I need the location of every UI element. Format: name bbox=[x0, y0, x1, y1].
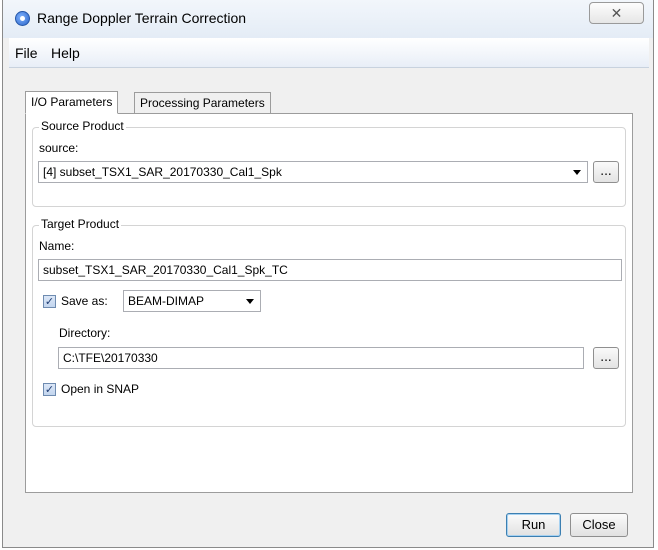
checkmark-icon: ✓ bbox=[44, 295, 55, 308]
target-product-title: Target Product bbox=[39, 217, 122, 231]
tab-processing-parameters[interactable]: Processing Parameters bbox=[134, 92, 271, 114]
snap-app-icon bbox=[15, 11, 30, 26]
source-product-value: [4] subset_TSX1_SAR_20170330_Cal1_Spk bbox=[43, 165, 282, 179]
source-product-select[interactable]: [4] subset_TSX1_SAR_20170330_Cal1_Spk bbox=[38, 161, 588, 183]
open-in-snap-label: Open in SNAP bbox=[61, 382, 140, 396]
directory-browse-button[interactable]: ... bbox=[593, 347, 619, 369]
save-format-value: BEAM-DIMAP bbox=[128, 294, 205, 308]
io-parameters-panel: Source Product source: [4] subset_TSX1_S… bbox=[25, 113, 633, 493]
dialog-window: Range Doppler Terrain Correction ✕ File … bbox=[2, 0, 654, 548]
title-bar[interactable]: Range Doppler Terrain Correction ✕ bbox=[3, 0, 653, 38]
window-close-button[interactable]: ✕ bbox=[589, 2, 644, 24]
dialog-content: I/O Parameters Processing Parameters Sou… bbox=[9, 68, 649, 542]
save-as-label: Save as: bbox=[61, 294, 108, 308]
name-label: Name: bbox=[39, 239, 75, 253]
tab-io-parameters[interactable]: I/O Parameters bbox=[25, 91, 119, 114]
target-name-field[interactable]: subset_TSX1_SAR_20170330_Cal1_Spk_TC bbox=[38, 259, 622, 281]
target-product-group: Target Product Name: subset_TSX1_SAR_201… bbox=[32, 217, 626, 427]
chevron-down-icon bbox=[573, 170, 581, 175]
save-as-checkbox[interactable]: ✓ bbox=[43, 295, 56, 308]
source-browse-button[interactable]: ... bbox=[593, 161, 619, 183]
close-button[interactable]: Close bbox=[570, 513, 628, 537]
window-title: Range Doppler Terrain Correction bbox=[37, 10, 247, 26]
checkmark-icon: ✓ bbox=[44, 383, 55, 396]
chevron-down-icon bbox=[246, 299, 254, 304]
save-format-select[interactable]: BEAM-DIMAP bbox=[123, 290, 261, 312]
run-button[interactable]: Run bbox=[506, 513, 561, 537]
source-product-title: Source Product bbox=[39, 119, 126, 133]
source-label: source: bbox=[39, 141, 79, 155]
menu-help[interactable]: Help bbox=[51, 45, 80, 61]
directory-label: Directory: bbox=[59, 326, 111, 340]
directory-field[interactable]: C:\TFE\20170330 bbox=[58, 347, 584, 369]
menu-bar: File Help bbox=[9, 38, 649, 68]
menu-file[interactable]: File bbox=[15, 45, 38, 61]
open-in-snap-checkbox[interactable]: ✓ bbox=[43, 383, 56, 396]
source-product-group: Source Product source: [4] subset_TSX1_S… bbox=[32, 119, 626, 207]
